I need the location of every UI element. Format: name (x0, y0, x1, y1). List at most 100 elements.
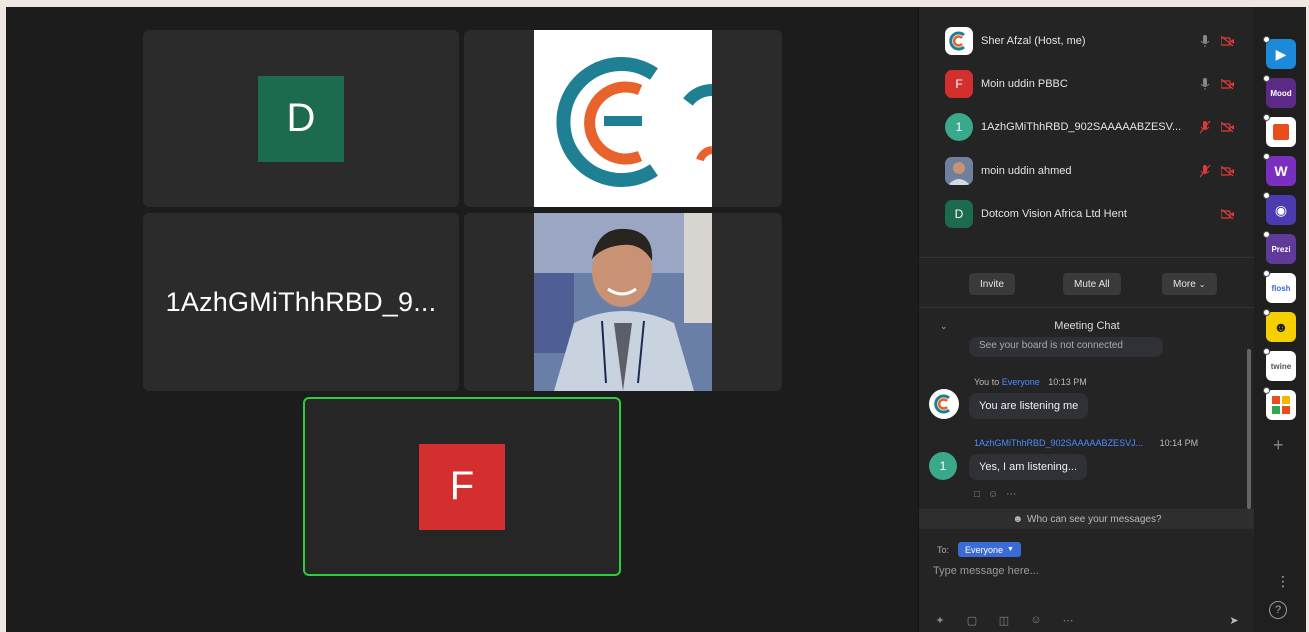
grid-logo-icon (1272, 396, 1290, 414)
mute-all-button[interactable]: Mute All (1063, 273, 1121, 295)
video-off-icon[interactable] (1220, 78, 1235, 90)
microphone-muted-icon[interactable] (1199, 120, 1211, 134)
participant-row[interactable]: 1 1AzhGMiThhRBD_902SAAAAABZESV... (945, 112, 1235, 142)
message-sender[interactable]: 1AzhGMiThhRBD_902SAAAAABZESVJ... (974, 438, 1143, 448)
participant-row[interactable]: Sher Afzal (Host, me) (945, 26, 1235, 56)
message-actions: □ ☺ ⋯ (974, 489, 1016, 500)
avatar: F (945, 70, 973, 98)
video-off-icon[interactable] (1220, 35, 1235, 47)
avatar-d: D (258, 75, 344, 162)
chat-message: Yes, I am listening... (969, 454, 1088, 480)
participant-name: 1AzhGMiThhRBD_902SAAAAABZESV... (981, 121, 1182, 133)
app-label: Mood (1270, 88, 1292, 98)
play-arrow-icon: ▶ (1275, 45, 1287, 62)
side-panel: Sher Afzal (Host, me) F Moin uddin PBBC … (918, 7, 1255, 632)
apps-rail: ▶ Mood W ◉ Prezi flosh ☻ twine + ⋮ ? (1254, 7, 1306, 632)
participant-row[interactable]: D Dotcom Vision Africa Ltd Hent (945, 199, 1235, 229)
chat-message-partial: See your board is not connected (969, 337, 1163, 357)
app-label: W (1274, 163, 1288, 179)
company-logo (534, 30, 713, 207)
chat-sender-avatar: 1 (929, 452, 957, 480)
screenshot-icon[interactable]: ▢ (965, 613, 979, 627)
message-time: 10:13 PM (1048, 377, 1087, 387)
app-label: twine (1270, 361, 1292, 371)
emoji-react-icon[interactable]: ☺ (988, 489, 998, 500)
chat-scrollbar[interactable] (1247, 349, 1251, 509)
file-icon[interactable]: ◫ (997, 613, 1011, 627)
reply-icon[interactable]: □ (974, 489, 980, 500)
app-logo-icon: ◉ (1274, 201, 1288, 218)
video-tile-dotcom[interactable]: D (143, 30, 459, 207)
who-can-see-text: Who can see your messages? (1027, 513, 1162, 525)
send-icon[interactable]: ➤ (1227, 613, 1241, 627)
message-input[interactable] (933, 563, 1233, 579)
more-options-icon[interactable]: ⋯ (1006, 489, 1016, 500)
video-tile-moin-ahmed[interactable] (464, 213, 782, 391)
app-logo-icon (1273, 124, 1289, 140)
who-can-see-banner[interactable]: ☻ Who can see your messages? (919, 509, 1255, 529)
avatar: 1 (945, 113, 973, 141)
chat-message-meta: You to Everyone 10:13 PM (974, 377, 1087, 387)
emoji-icon[interactable]: ☺ (1029, 613, 1043, 627)
to-label: To: (937, 545, 950, 555)
smiley-icon: ☻ (1273, 319, 1289, 335)
app-icon[interactable] (1263, 387, 1296, 420)
message-recipient[interactable]: Everyone (1002, 377, 1040, 387)
microphone-muted-icon[interactable] (1199, 164, 1211, 178)
avatar-f: F (419, 443, 505, 530)
participant-video-feed (534, 213, 712, 391)
participant-row[interactable]: F Moin uddin PBBC (945, 69, 1235, 99)
person-photo (534, 213, 712, 391)
partial-message-text: See your board is not connected (979, 340, 1123, 351)
chevron-down-icon: ▼ (1007, 546, 1014, 553)
divider (919, 307, 1255, 308)
app-icon[interactable]: ◉ (1263, 192, 1296, 225)
participant-name: moin uddin ahmed (981, 165, 1072, 177)
chat-message: You are listening me (969, 393, 1089, 419)
app-icon[interactable]: twine (1263, 348, 1296, 381)
app-icon[interactable]: ▶ (1263, 36, 1296, 69)
avatar (945, 157, 973, 185)
help-icon[interactable]: ? (1269, 601, 1287, 619)
add-app-icon[interactable]: + (1273, 435, 1284, 456)
participant-name: Moin uddin PBBC (981, 78, 1068, 90)
video-off-icon[interactable] (1220, 208, 1235, 220)
format-icon[interactable]: ✦ (933, 613, 947, 627)
chevron-down-icon: ⌄ (1198, 279, 1206, 289)
app-icon[interactable]: ☻ (1263, 309, 1296, 342)
zoom-meeting-window: D 1AzhGMiThhRBD_9... F Sher Afzal (Host,… (6, 7, 1306, 632)
microphone-icon[interactable] (1199, 77, 1211, 91)
video-off-icon[interactable] (1220, 165, 1235, 177)
more-vertical-icon[interactable]: ⋮ (1276, 573, 1290, 590)
invite-button[interactable]: Invite (969, 273, 1015, 295)
more-tools-icon[interactable]: ⋯ (1061, 613, 1075, 627)
more-button[interactable]: More ⌄ (1162, 273, 1217, 295)
chat-sender-avatar (929, 389, 959, 419)
chat-title: Meeting Chat (1054, 320, 1120, 332)
participant-name: Sher Afzal (Host, me) (981, 35, 1086, 47)
participant-name: Dotcom Vision Africa Ltd Hent (981, 208, 1127, 220)
app-icon[interactable]: Mood (1263, 75, 1296, 108)
recipient-dropdown[interactable]: Everyone ▼ (958, 542, 1021, 557)
logo-avatar-icon (949, 31, 965, 51)
avatar: D (945, 200, 973, 228)
app-icon[interactable]: Prezi (1263, 231, 1296, 264)
chat-message-meta: 1AzhGMiThhRBD_902SAAAAABZESVJ... 10:14 P… (974, 438, 1198, 448)
app-label: Prezi (1271, 244, 1291, 254)
logo-avatar-icon (934, 394, 950, 414)
participant-row[interactable]: moin uddin ahmed (945, 156, 1235, 186)
video-tile-1azh[interactable]: 1AzhGMiThhRBD_9... (143, 213, 459, 391)
video-tile-sher-afzal[interactable] (464, 30, 782, 207)
app-icon[interactable]: flosh (1263, 270, 1296, 303)
tile-participant-name: 1AzhGMiThhRBD_9... (165, 286, 437, 317)
recipient-value: Everyone (965, 544, 1004, 555)
app-label: flosh (1271, 283, 1291, 293)
more-label: More (1173, 278, 1196, 290)
message-sender: You to (974, 377, 1000, 387)
app-icon[interactable]: W (1263, 153, 1296, 186)
microphone-icon[interactable] (1199, 34, 1211, 48)
person-thumbnail (945, 157, 973, 185)
app-icon[interactable] (1263, 114, 1296, 147)
video-tile-moin-pbbc[interactable]: F (303, 397, 621, 576)
video-off-icon[interactable] (1220, 121, 1235, 133)
